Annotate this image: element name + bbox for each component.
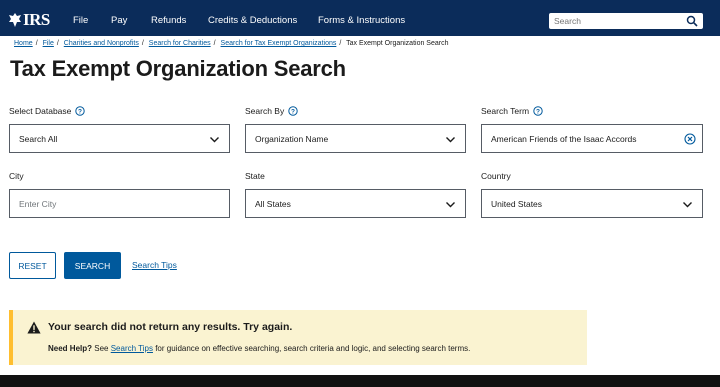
alert-search-tips-link[interactable]: Search Tips bbox=[111, 344, 153, 353]
search-by-dropdown[interactable]: Organization Name bbox=[245, 124, 466, 153]
eagle-icon bbox=[9, 13, 21, 27]
state-label-text: State bbox=[245, 171, 265, 181]
help-icon[interactable]: ? bbox=[75, 106, 86, 116]
help-icon[interactable]: ? bbox=[533, 106, 543, 116]
svg-text:?: ? bbox=[536, 108, 540, 115]
chevron-down-icon bbox=[210, 137, 219, 143]
select-database-dropdown[interactable]: Search All bbox=[9, 124, 230, 153]
top-nav: IRS File Pay Refunds Credits & Deduction… bbox=[0, 0, 720, 36]
svg-text:?: ? bbox=[291, 108, 295, 115]
site-search-input[interactable] bbox=[554, 16, 684, 26]
reset-button[interactable]: RESET bbox=[9, 252, 56, 279]
search-icon[interactable] bbox=[686, 15, 698, 27]
page-title: Tax Exempt Organization Search bbox=[10, 56, 346, 81]
nav-item-credits-deductions[interactable]: Credits & Deductions bbox=[208, 15, 297, 26]
nav-item-file[interactable]: File bbox=[73, 15, 88, 26]
warning-icon bbox=[27, 321, 41, 334]
svg-text:?: ? bbox=[78, 108, 82, 115]
search-tips-link[interactable]: Search Tips bbox=[132, 260, 177, 270]
chevron-down-icon bbox=[446, 202, 455, 208]
chevron-down-icon bbox=[683, 202, 692, 208]
nav-item-refunds[interactable]: Refunds bbox=[151, 15, 186, 26]
country-label-text: Country bbox=[481, 171, 511, 181]
breadcrumb-separator: / bbox=[56, 40, 59, 47]
search-term-label: Search Term ? bbox=[481, 106, 543, 116]
city-placeholder: Enter City bbox=[19, 198, 57, 209]
country-label: Country bbox=[481, 171, 511, 181]
breadcrumb-separator: / bbox=[213, 40, 216, 47]
breadcrumb-search-tax-exempt[interactable]: Search for Tax Exempt Organizations bbox=[221, 40, 337, 47]
search-by-value: Organization Name bbox=[255, 133, 329, 144]
no-results-alert: Your search did not return any results. … bbox=[9, 310, 587, 365]
breadcrumb-separator: / bbox=[339, 40, 342, 47]
state-label: State bbox=[245, 171, 265, 181]
need-help-text: Need Help? bbox=[48, 344, 93, 353]
country-value: United States bbox=[491, 198, 543, 209]
bottom-bar bbox=[0, 375, 720, 387]
search-by-label-text: Search By bbox=[245, 106, 285, 116]
breadcrumb-search-charities[interactable]: Search for Charities bbox=[149, 40, 211, 47]
select-database-label-text: Select Database bbox=[9, 106, 72, 116]
state-value: All States bbox=[255, 198, 291, 209]
chevron-down-icon bbox=[446, 137, 455, 143]
search-by-label: Search By ? bbox=[245, 106, 298, 116]
city-input[interactable]: Enter City bbox=[9, 189, 230, 218]
select-database-label: Select Database ? bbox=[9, 106, 86, 116]
country-dropdown[interactable]: United States bbox=[481, 189, 703, 218]
alert-body: Need Help? See Search Tips for guidance … bbox=[48, 344, 470, 353]
search-term-label-text: Search Term bbox=[481, 106, 530, 116]
clear-icon[interactable] bbox=[684, 133, 696, 145]
breadcrumb-charities-nonprofits[interactable]: Charities and Nonprofits bbox=[64, 40, 139, 47]
alert-heading: Your search did not return any results. … bbox=[48, 321, 293, 333]
state-dropdown[interactable]: All States bbox=[245, 189, 466, 218]
city-label: City bbox=[9, 171, 24, 181]
breadcrumb-home[interactable]: Home bbox=[14, 40, 33, 47]
breadcrumb-current: Tax Exempt Organization Search bbox=[346, 40, 449, 47]
search-button[interactable]: SEARCH bbox=[64, 252, 121, 279]
nav-item-forms-instructions[interactable]: Forms & Instructions bbox=[318, 15, 405, 26]
alert-see-text: See bbox=[94, 344, 109, 353]
irs-logo[interactable]: IRS bbox=[8, 10, 50, 30]
breadcrumb: Home / File / Charities and Nonprofits / Se… bbox=[14, 40, 448, 47]
select-database-value: Search All bbox=[19, 133, 58, 144]
logo-text: IRS bbox=[23, 10, 50, 29]
breadcrumb-separator: / bbox=[35, 40, 38, 47]
nav-item-pay[interactable]: Pay bbox=[111, 15, 127, 26]
help-icon[interactable]: ? bbox=[288, 106, 298, 116]
search-term-input[interactable]: American Friends of the Isaac Accords bbox=[481, 124, 703, 153]
breadcrumb-file[interactable]: File bbox=[43, 40, 54, 47]
breadcrumb-separator: / bbox=[141, 40, 144, 47]
site-search bbox=[549, 13, 703, 29]
search-term-value: American Friends of the Isaac Accords bbox=[491, 133, 637, 144]
city-label-text: City bbox=[9, 171, 24, 181]
alert-rest-text: for guidance on effective searching, sea… bbox=[155, 344, 471, 353]
